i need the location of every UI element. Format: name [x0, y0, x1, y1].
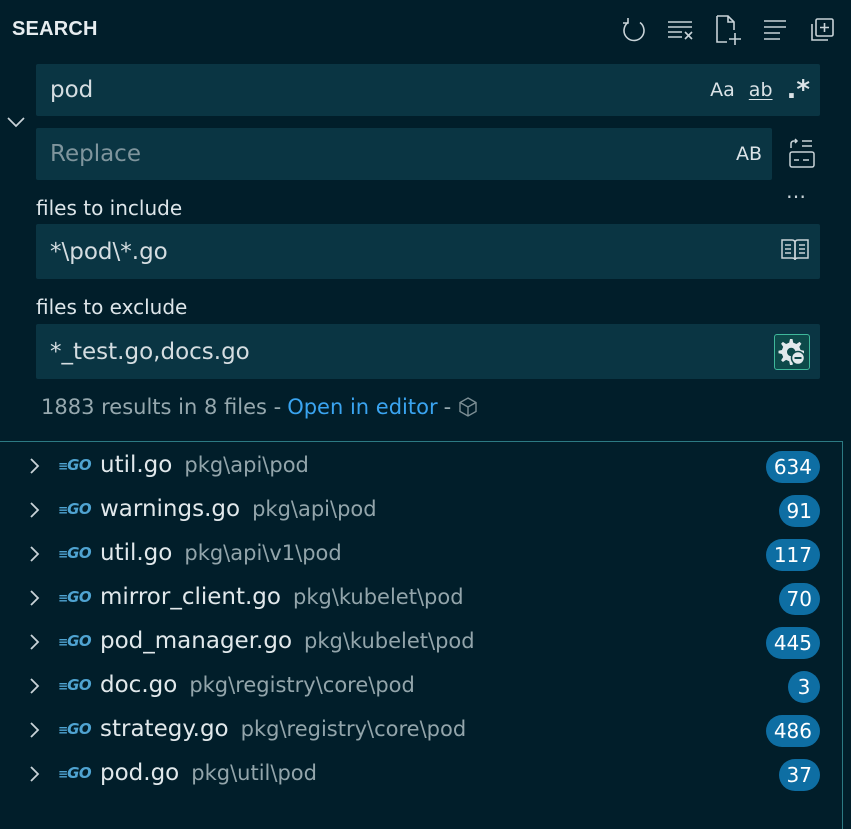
- results-summary: 1883 results in 8 files - Open in editor…: [41, 395, 479, 419]
- open-in-editor-link[interactable]: Open in editor: [287, 395, 437, 419]
- result-count-badge: 634: [765, 451, 820, 483]
- search-open-editors-button[interactable]: [780, 237, 810, 267]
- collapse-all-icon: [811, 18, 834, 41]
- exclude-label: files to exclude: [36, 295, 188, 319]
- refresh-button[interactable]: [619, 14, 649, 46]
- chevron-right-icon[interactable]: [24, 544, 44, 564]
- go-file-icon: ≡GO: [58, 588, 92, 606]
- chevron-right-icon[interactable]: [24, 764, 44, 784]
- result-count-badge: 3: [788, 671, 820, 703]
- toggle-search-details-button[interactable]: …: [786, 181, 814, 206]
- result-file-row[interactable]: ≡GO pod.go pkg\util\pod 37: [0, 752, 842, 796]
- exclude-field-container: [36, 324, 820, 379]
- book-icon: [781, 238, 809, 260]
- chevron-right-icon[interactable]: [24, 456, 44, 476]
- search-input[interactable]: [50, 77, 711, 103]
- clear-results-button[interactable]: [666, 14, 696, 46]
- result-file-row[interactable]: ≡GO strategy.go pkg\registry\core\pod 486: [0, 708, 842, 752]
- refresh-icon: [623, 18, 645, 42]
- files-to-exclude-input[interactable]: [50, 338, 774, 365]
- cube-icon[interactable]: [457, 396, 479, 418]
- chevron-right-icon[interactable]: [24, 588, 44, 608]
- result-file-name: util.go: [100, 540, 173, 566]
- result-file-name: warnings.go: [100, 496, 241, 522]
- result-file-row[interactable]: ≡GO mirror_client.go pkg\kubelet\pod 70: [0, 576, 842, 620]
- result-file-path: pkg\kubelet\pod: [292, 585, 464, 609]
- result-count-badge: 117: [765, 539, 820, 571]
- chevron-down-icon: [7, 117, 25, 128]
- result-file-name: util.go: [100, 452, 173, 478]
- new-file-icon: [716, 15, 741, 45]
- chevron-right-icon[interactable]: [24, 500, 44, 520]
- search-results-tree: ≡GO util.go pkg\api\pod 634 ≡GO warnings.go pk…: [0, 441, 843, 829]
- result-file-name: pod_manager.go: [100, 628, 293, 654]
- search-field-container: Aa ab .*: [36, 64, 820, 116]
- replace-field-container: AB: [36, 128, 772, 180]
- go-file-icon: ≡GO: [58, 456, 92, 474]
- results-count-text: 1883 results in 8 files -: [41, 395, 282, 419]
- chevron-right-icon[interactable]: [24, 632, 44, 652]
- chevron-right-icon[interactable]: [24, 720, 44, 740]
- summary-separator: -: [443, 395, 452, 419]
- chevron-right-icon[interactable]: [24, 676, 44, 696]
- go-file-icon: ≡GO: [58, 632, 92, 650]
- result-file-name: strategy.go: [100, 716, 229, 742]
- go-file-icon: ≡GO: [58, 676, 92, 694]
- search-toolbar: [619, 14, 837, 46]
- result-count-badge: 486: [765, 715, 820, 747]
- include-field-container: [36, 224, 820, 279]
- result-file-name: mirror_client.go: [100, 584, 281, 610]
- result-file-path: pkg\registry\core\pod: [240, 717, 467, 741]
- new-search-editor-button[interactable]: [713, 14, 743, 46]
- use-regex-toggle[interactable]: .*: [787, 77, 810, 103]
- result-file-row[interactable]: ≡GO util.go pkg\api\pod 634: [0, 444, 842, 488]
- replace-all-icon: [789, 138, 815, 168]
- match-whole-word-toggle[interactable]: ab: [749, 79, 773, 101]
- go-file-icon: ≡GO: [58, 720, 92, 738]
- go-file-icon: ≡GO: [58, 544, 92, 562]
- result-file-path: pkg\api\pod: [184, 453, 309, 477]
- result-file-name: doc.go: [100, 672, 178, 698]
- panel-title: SEARCH: [12, 18, 98, 40]
- result-count-badge: 91: [778, 495, 820, 527]
- result-file-path: pkg\api\pod: [252, 497, 377, 521]
- result-file-path: pkg\registry\core\pod: [189, 673, 415, 697]
- result-file-path: pkg\util\pod: [191, 761, 317, 785]
- result-file-path: pkg\api\v1\pod: [184, 541, 342, 565]
- result-file-path: pkg\kubelet\pod: [304, 629, 475, 653]
- collapse-all-button[interactable]: [807, 14, 837, 46]
- result-count-badge: 37: [778, 759, 820, 791]
- files-to-include-input[interactable]: [50, 238, 780, 265]
- result-count-badge: 70: [778, 583, 820, 615]
- result-count-badge: 445: [765, 627, 820, 659]
- result-file-row[interactable]: ≡GO doc.go pkg\registry\core\pod 3: [0, 664, 842, 708]
- include-label: files to include: [36, 196, 183, 220]
- list-icon: [764, 20, 786, 40]
- result-file-row[interactable]: ≡GO warnings.go pkg\api\pod 91: [0, 488, 842, 532]
- go-file-icon: ≡GO: [58, 764, 92, 782]
- result-file-name: pod.go: [100, 760, 180, 786]
- match-case-toggle[interactable]: Aa: [710, 79, 735, 101]
- replace-all-button[interactable]: [786, 138, 818, 170]
- preserve-case-toggle[interactable]: AB: [736, 143, 762, 165]
- replace-input[interactable]: [50, 141, 736, 167]
- gear-exclude-icon: [778, 338, 806, 365]
- use-exclude-settings-button[interactable]: [774, 333, 810, 370]
- go-file-icon: ≡GO: [58, 500, 92, 518]
- clear-results-icon: [668, 21, 693, 40]
- view-as-tree-button[interactable]: [760, 14, 790, 46]
- result-file-row[interactable]: ≡GO pod_manager.go pkg\kubelet\pod 445: [0, 620, 842, 664]
- toggle-replace-button[interactable]: [4, 110, 28, 134]
- result-file-row[interactable]: ≡GO util.go pkg\api\v1\pod 117: [0, 532, 842, 576]
